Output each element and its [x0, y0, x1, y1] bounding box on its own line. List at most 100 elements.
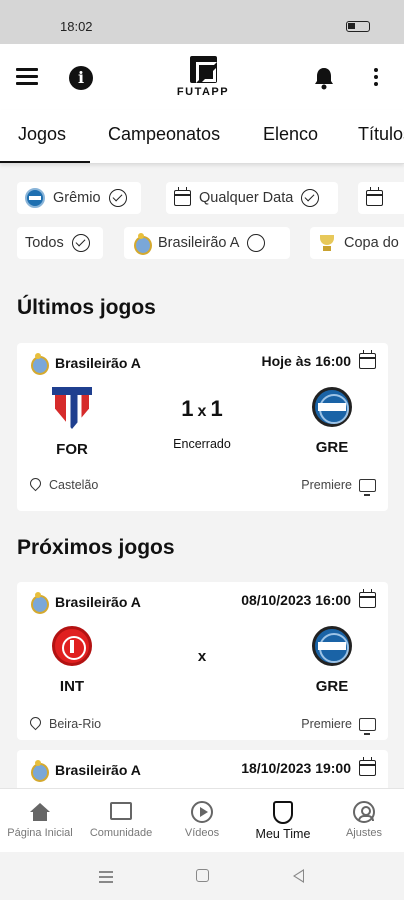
- nav-videos[interactable]: Vídeos: [162, 797, 242, 839]
- tv-icon: [359, 478, 376, 496]
- logo-text: FUTAPP: [176, 86, 230, 98]
- play-icon: [191, 801, 213, 823]
- home-score: 1: [181, 396, 194, 421]
- tv-icon: [359, 717, 376, 735]
- versus-separator: x: [197, 648, 207, 665]
- match-score: 1x1: [162, 396, 242, 422]
- nav-my-team-label: Meu Time: [255, 827, 311, 841]
- venue-label: Castelão: [49, 478, 99, 492]
- away-team[interactable]: GRE: [292, 387, 372, 456]
- app-bar: i FUTAPP: [0, 44, 404, 110]
- location-pin-icon: [30, 478, 41, 492]
- broadcaster-label: Premiere: [301, 717, 352, 731]
- status-bar: 18:02: [0, 0, 404, 44]
- check-circle-icon: [108, 189, 127, 207]
- match-venue: Beira-Rio: [30, 717, 101, 731]
- check-circle-icon: [71, 234, 90, 252]
- trophy-icon: [318, 233, 336, 253]
- brasileirao-crest-icon: [29, 353, 49, 375]
- home-team-abbr: INT: [59, 678, 85, 695]
- calendar-icon: [359, 757, 376, 776]
- battery-icon: [346, 21, 370, 32]
- nav-home-label: Página Inicial: [7, 827, 73, 839]
- filter-all-chip[interactable]: Todos: [17, 227, 103, 259]
- app-logo: FUTAPP: [168, 56, 238, 100]
- status-time: 18:02: [60, 19, 93, 34]
- competition-label: Brasileirão A: [55, 355, 141, 371]
- tab-elenco[interactable]: Elenco: [263, 124, 318, 145]
- nav-settings[interactable]: Ajustes: [324, 797, 404, 839]
- last-games-title: Últimos jogos: [17, 296, 156, 319]
- score-separator: x: [197, 403, 207, 420]
- chat-icon: [110, 802, 132, 820]
- match-broadcaster: Premiere: [301, 717, 376, 735]
- home-team[interactable]: FOR: [32, 387, 112, 458]
- more-options-icon[interactable]: [374, 68, 380, 88]
- brasileirao-crest-icon: [132, 233, 152, 255]
- filter-date-chip[interactable]: Qualquer Data: [166, 182, 338, 214]
- internacional-crest-icon: [52, 626, 92, 666]
- match-card-next[interactable]: Brasileirão A 08/10/2023 16:00 INT x GRE…: [17, 582, 388, 740]
- datetime-label: Hoje às 16:00: [261, 353, 352, 369]
- calendar-icon: [359, 589, 376, 608]
- menu-icon[interactable]: [16, 68, 38, 86]
- match-competition: Brasileirão A: [29, 353, 141, 375]
- home-button-icon[interactable]: [196, 869, 209, 882]
- tab-bar: Jogos Campeonatos Elenco Títulos: [0, 110, 404, 164]
- empty-circle-icon: [247, 234, 266, 252]
- fortaleza-crest-icon: [52, 387, 92, 429]
- logo-mark-icon: [189, 56, 217, 83]
- gremio-crest-icon: [312, 626, 352, 666]
- bell-icon[interactable]: [313, 66, 335, 90]
- match-card-next-2[interactable]: Brasileirão A 18/10/2023 19:00: [17, 750, 388, 788]
- nav-my-team[interactable]: Meu Time: [243, 797, 323, 841]
- info-icon[interactable]: i: [69, 66, 93, 90]
- tab-campeonatos[interactable]: Campeonatos: [108, 124, 220, 145]
- filter-brasileirao-chip[interactable]: Brasileirão A: [124, 227, 290, 259]
- gremio-crest-icon: [25, 188, 45, 208]
- match-datetime: 08/10/2023 16:00: [241, 589, 376, 608]
- filter-copa-chip[interactable]: Copa do: [310, 227, 404, 259]
- filter-date-label: Qualquer Data: [199, 190, 294, 206]
- nav-community[interactable]: Comunidade: [81, 797, 161, 839]
- datetime-label: 08/10/2023 16:00: [241, 592, 351, 608]
- home-team-abbr: FOR: [56, 441, 88, 458]
- system-nav-bar: [0, 852, 404, 900]
- location-pin-icon: [30, 717, 41, 731]
- match-competition: Brasileirão A: [29, 760, 141, 782]
- nav-videos-label: Vídeos: [184, 827, 220, 839]
- filter-all-label: Todos: [25, 235, 64, 251]
- back-icon[interactable]: [293, 869, 304, 883]
- datetime-label: 18/10/2023 19:00: [241, 760, 351, 776]
- match-venue: Castelão: [30, 478, 98, 492]
- match-datetime: Hoje às 16:00: [261, 350, 376, 369]
- shield-icon: [273, 801, 293, 824]
- settings-icon: [353, 801, 375, 823]
- calendar-icon: [359, 350, 376, 369]
- nav-settings-label: Ajustes: [345, 827, 383, 839]
- tab-jogos[interactable]: Jogos: [18, 124, 66, 145]
- active-tab-indicator: [0, 161, 90, 163]
- tab-titulos[interactable]: Títulos: [358, 124, 404, 145]
- home-icon: [30, 803, 50, 821]
- broadcaster-label: Premiere: [301, 478, 352, 492]
- filter-calendar-chip[interactable]: [358, 182, 404, 214]
- match-competition: Brasileirão A: [29, 592, 141, 614]
- brasileirao-crest-icon: [29, 592, 49, 614]
- away-team[interactable]: GRE: [292, 626, 372, 695]
- competition-label: Brasileirão A: [55, 594, 141, 610]
- home-team[interactable]: INT: [32, 626, 112, 695]
- nav-home[interactable]: Página Inicial: [0, 797, 80, 839]
- away-team-abbr: GRE: [315, 439, 349, 456]
- next-games-title: Próximos jogos: [17, 536, 175, 559]
- filter-team-chip[interactable]: Grêmio: [17, 182, 141, 214]
- gremio-crest-icon: [312, 387, 352, 427]
- away-score: 1: [210, 396, 223, 421]
- filter-team-label: Grêmio: [53, 190, 101, 206]
- match-datetime: 18/10/2023 19:00: [241, 757, 376, 776]
- nav-community-label: Comunidade: [89, 827, 153, 839]
- match-card-last[interactable]: Brasileirão A Hoje às 16:00 FOR 1x1 Ence…: [17, 343, 388, 511]
- venue-label: Beira-Rio: [49, 717, 102, 731]
- away-team-abbr: GRE: [315, 678, 349, 695]
- recent-apps-icon[interactable]: [99, 871, 113, 886]
